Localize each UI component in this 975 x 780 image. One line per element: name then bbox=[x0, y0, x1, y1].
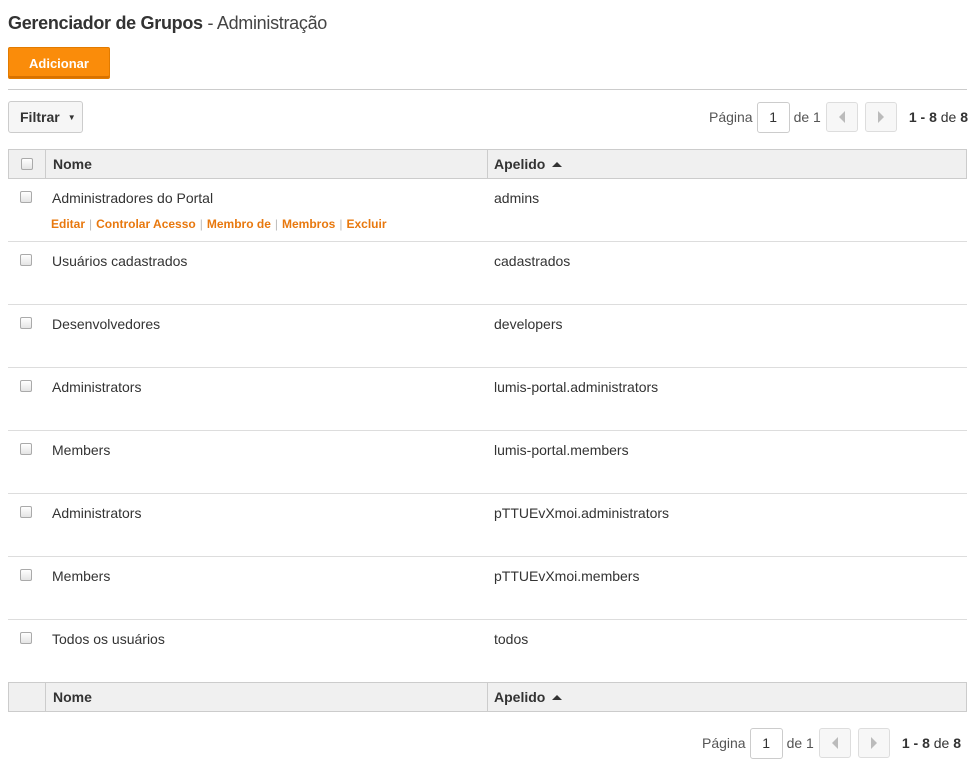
filter-button[interactable]: Filtrar ▼ bbox=[8, 101, 83, 133]
row-checkbox[interactable] bbox=[20, 569, 32, 581]
divider bbox=[8, 89, 967, 90]
group-alias: cadastrados bbox=[494, 253, 571, 269]
row-checkbox[interactable] bbox=[20, 191, 32, 203]
table-row[interactable]: Members pTTUEvXmoi.members bbox=[8, 557, 967, 620]
group-name: Members bbox=[52, 568, 111, 584]
pager-bottom: Página 1 de 1 1 - 8 de 8 bbox=[702, 727, 961, 759]
prev-page-button[interactable] bbox=[818, 728, 851, 758]
table-row[interactable]: Desenvolvedores developers bbox=[8, 305, 967, 368]
filter-label: Filtrar bbox=[20, 109, 60, 125]
members-link[interactable]: Membros bbox=[282, 217, 335, 231]
add-button[interactable]: Adicionar bbox=[8, 47, 110, 79]
table-body: Administradores do Portal admins Editar |… bbox=[8, 179, 967, 683]
group-name: Administradores do Portal bbox=[52, 190, 214, 206]
access-control-link[interactable]: Controlar Acesso bbox=[96, 217, 196, 231]
table-footer: Nome Apelido bbox=[8, 682, 967, 712]
table-row[interactable]: Usuários cadastrados cadastrados bbox=[8, 242, 967, 305]
group-alias: pTTUEvXmoi.administrators bbox=[494, 505, 670, 521]
table-row[interactable]: Administrators pTTUEvXmoi.administrators bbox=[8, 494, 967, 557]
result-count: 1 - 8 de 8 bbox=[908, 109, 969, 125]
result-count: 1 - 8 de 8 bbox=[901, 735, 962, 751]
group-name: Administrators bbox=[52, 505, 142, 521]
column-header-name[interactable]: Nome bbox=[46, 150, 488, 178]
pager-label: Página bbox=[702, 735, 746, 751]
group-alias: developers bbox=[494, 316, 563, 332]
group-alias: lumis-portal.administrators bbox=[494, 379, 659, 395]
group-alias: admins bbox=[494, 190, 540, 206]
edit-link[interactable]: Editar bbox=[51, 217, 85, 231]
prev-page-button[interactable] bbox=[825, 102, 858, 132]
group-alias: todos bbox=[494, 631, 529, 647]
next-page-button[interactable] bbox=[857, 728, 890, 758]
group-name: Administrators bbox=[52, 379, 142, 395]
group-alias: lumis-portal.members bbox=[494, 442, 629, 458]
group-alias: pTTUEvXmoi.members bbox=[494, 568, 640, 584]
chevron-left-icon bbox=[831, 737, 838, 749]
page-title-main: Gerenciador de Grupos bbox=[8, 13, 203, 33]
chevron-right-icon bbox=[870, 737, 877, 749]
row-actions: Editar | Controlar Acesso | Membro de | Membro… bbox=[51, 217, 387, 231]
chevron-right-icon bbox=[877, 111, 884, 123]
row-checkbox[interactable] bbox=[20, 254, 32, 266]
page-number-input[interactable]: 1 bbox=[756, 101, 790, 133]
group-name: Members bbox=[52, 442, 111, 458]
row-checkbox[interactable] bbox=[20, 632, 32, 644]
page-title: Gerenciador de Grupos - Administração bbox=[8, 13, 327, 34]
table-row[interactable]: Administradores do Portal admins Editar |… bbox=[8, 179, 967, 242]
member-of-link[interactable]: Membro de bbox=[207, 217, 271, 231]
group-name: Todos os usuários bbox=[52, 631, 165, 647]
chevron-left-icon bbox=[838, 111, 845, 123]
group-name: Usuários cadastrados bbox=[52, 253, 188, 269]
caret-down-icon: ▼ bbox=[67, 112, 76, 122]
row-checkbox[interactable] bbox=[20, 380, 32, 392]
group-name: Desenvolvedores bbox=[52, 316, 161, 332]
table-header: Nome Apelido bbox=[8, 149, 967, 179]
table-row[interactable]: Members lumis-portal.members bbox=[8, 431, 967, 494]
footer-column-alias[interactable]: Apelido bbox=[488, 683, 966, 711]
table-row[interactable]: Administrators lumis-portal.administrato… bbox=[8, 368, 967, 431]
header-check-cell bbox=[9, 150, 46, 178]
row-checkbox[interactable] bbox=[20, 317, 32, 329]
select-all-checkbox[interactable] bbox=[21, 158, 33, 170]
row-checkbox[interactable] bbox=[20, 443, 32, 455]
footer-column-name[interactable]: Nome bbox=[46, 683, 488, 711]
pager-of: de 1 bbox=[786, 735, 814, 751]
pager-of: de 1 bbox=[793, 109, 821, 125]
pager-label: Página bbox=[709, 109, 753, 125]
next-page-button[interactable] bbox=[864, 102, 897, 132]
page-title-sub: - Administração bbox=[207, 13, 328, 33]
delete-link[interactable]: Excluir bbox=[346, 217, 386, 231]
row-checkbox[interactable] bbox=[20, 506, 32, 518]
footer-check-cell bbox=[9, 683, 46, 711]
column-header-alias[interactable]: Apelido bbox=[488, 150, 966, 178]
sort-ascending-icon bbox=[552, 161, 563, 167]
page-number-input[interactable]: 1 bbox=[749, 727, 783, 759]
table-row[interactable]: Todos os usuários todos bbox=[8, 620, 967, 683]
pager-top: Página 1 de 1 1 - 8 de 8 bbox=[709, 101, 968, 133]
sort-ascending-icon bbox=[552, 694, 563, 700]
